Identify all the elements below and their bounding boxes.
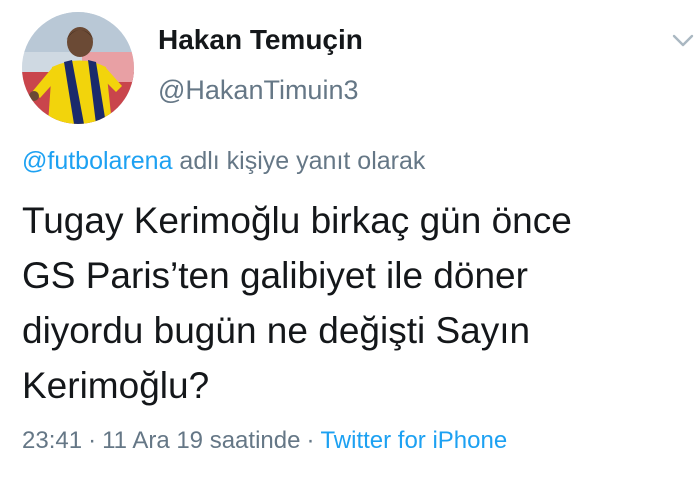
reply-context: @futbolarena adlı kişiye yanıt olarak — [22, 147, 425, 176]
reply-context-text: adlı kişiye yanıt olarak — [172, 147, 426, 175]
reply-mention-link[interactable]: @futbolarena — [22, 147, 172, 175]
tweet-text-line: GS Paris’ten galibiyet ile döner — [22, 255, 528, 296]
tweet-meta: 23:41 · 11 Ara 19 saatinde · Twitter for iPh… — [22, 427, 507, 455]
avatar[interactable] — [22, 12, 134, 124]
avatar-photo — [22, 12, 134, 124]
tweet-source-link[interactable]: Twitter for iPhone — [320, 427, 507, 454]
chevron-down-icon[interactable] — [672, 34, 694, 48]
tweet-text-line: diyordu bugün ne değişti Sayın — [22, 310, 531, 351]
tweet-card: Hakan Temuçin @HakanTimuin3 @futbolarena… — [0, 0, 700, 487]
tweet-date[interactable]: 11 Ara 19 saatinde — [102, 427, 300, 454]
meta-separator: · — [88, 427, 97, 454]
meta-separator: · — [306, 427, 315, 454]
tweet-text-line: Kerimoğlu? — [22, 365, 210, 406]
tweet-time[interactable]: 23:41 — [22, 427, 82, 454]
tweet-text: Tugay Kerimoğlu birkaç gün önce GS Paris… — [22, 193, 692, 413]
tweet-text-line: Tugay Kerimoğlu birkaç gün önce — [22, 200, 572, 241]
author-handle[interactable]: @HakanTimuin3 — [158, 75, 358, 106]
author-display-name[interactable]: Hakan Temuçin — [158, 24, 363, 56]
